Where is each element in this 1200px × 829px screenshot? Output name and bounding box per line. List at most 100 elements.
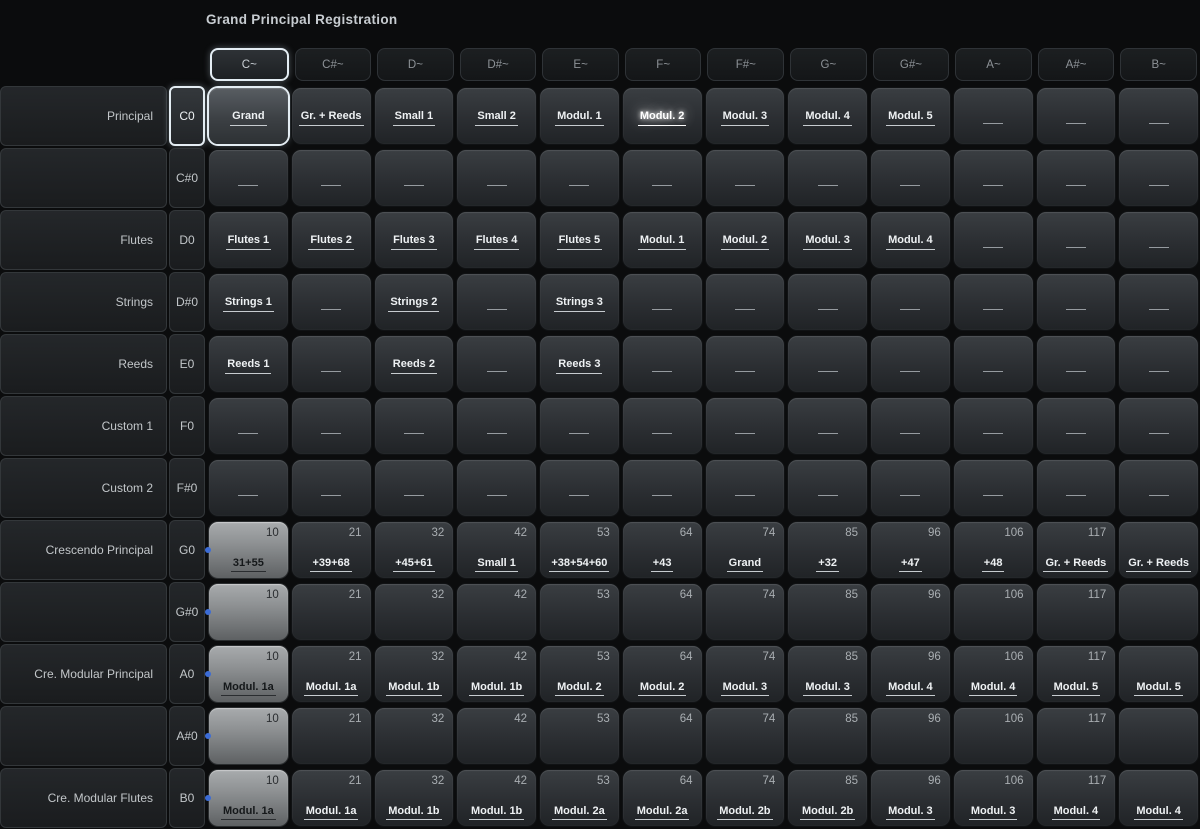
cell-as0-e[interactable]: 53	[540, 708, 619, 764]
cell-cs0-d[interactable]	[375, 150, 454, 206]
cell-e0-a[interactable]	[954, 336, 1033, 392]
cell-d0-gs[interactable]: Modul. 4	[871, 212, 950, 268]
cell-ds0-cs[interactable]	[292, 274, 371, 330]
cell-g0-ds[interactable]: 42Small 1	[457, 522, 536, 578]
cell-g0-g[interactable]: 85+32	[788, 522, 867, 578]
cell-fs0-a[interactable]	[954, 460, 1033, 516]
cell-e0-b[interactable]	[1119, 336, 1198, 392]
cell-f0-gs[interactable]	[871, 398, 950, 454]
cell-g0-c[interactable]: 1031+55	[209, 522, 288, 578]
cell-g0-a[interactable]: 106+48	[954, 522, 1033, 578]
cell-g0-d[interactable]: 32+45+61	[375, 522, 454, 578]
cell-ds0-b[interactable]	[1119, 274, 1198, 330]
cell-f0-as[interactable]	[1037, 398, 1116, 454]
column-header-fs[interactable]: F#~	[707, 48, 784, 81]
cell-cs0-gs[interactable]	[871, 150, 950, 206]
cell-gs0-as[interactable]: 117	[1037, 584, 1116, 640]
cell-cs0-b[interactable]	[1119, 150, 1198, 206]
column-header-gs[interactable]: G#~	[873, 48, 950, 81]
cell-cs0-a[interactable]	[954, 150, 1033, 206]
cell-e0-as[interactable]	[1037, 336, 1116, 392]
cell-as0-c[interactable]: 10	[209, 708, 288, 764]
column-header-f[interactable]: F~	[625, 48, 702, 81]
cell-ds0-a[interactable]	[954, 274, 1033, 330]
cell-c0-d[interactable]: Small 1	[375, 88, 454, 144]
cell-b0-a[interactable]: 106Modul. 3	[954, 770, 1033, 826]
cell-fs0-d[interactable]	[375, 460, 454, 516]
cell-e0-g[interactable]	[788, 336, 867, 392]
cell-gs0-fs[interactable]: 74	[706, 584, 785, 640]
cell-d0-as[interactable]	[1037, 212, 1116, 268]
cell-as0-cs[interactable]: 21	[292, 708, 371, 764]
cell-f0-e[interactable]	[540, 398, 619, 454]
cell-e0-gs[interactable]	[871, 336, 950, 392]
cell-a0-cs[interactable]: 21Modul. 1a	[292, 646, 371, 702]
cell-a0-as[interactable]: 117Modul. 5	[1037, 646, 1116, 702]
cell-fs0-b[interactable]	[1119, 460, 1198, 516]
cell-c0-g[interactable]: Modul. 4	[788, 88, 867, 144]
cell-d0-fs[interactable]: Modul. 2	[706, 212, 785, 268]
cell-b0-cs[interactable]: 21Modul. 1a	[292, 770, 371, 826]
cell-b0-e[interactable]: 53Modul. 2a	[540, 770, 619, 826]
column-header-ds[interactable]: D#~	[460, 48, 537, 81]
cell-c0-cs[interactable]: Gr. + Reeds	[292, 88, 371, 144]
cell-cs0-as[interactable]	[1037, 150, 1116, 206]
cell-gs0-g[interactable]: 85	[788, 584, 867, 640]
cell-a0-a[interactable]: 106Modul. 4	[954, 646, 1033, 702]
cell-f0-d[interactable]	[375, 398, 454, 454]
cell-b0-b[interactable]: Modul. 4	[1119, 770, 1198, 826]
cell-as0-a[interactable]: 106	[954, 708, 1033, 764]
cell-b0-g[interactable]: 85Modul. 2b	[788, 770, 867, 826]
cell-c0-as[interactable]	[1037, 88, 1116, 144]
cell-b0-d[interactable]: 32Modul. 1b	[375, 770, 454, 826]
cell-f0-a[interactable]	[954, 398, 1033, 454]
cell-fs0-e[interactable]	[540, 460, 619, 516]
cell-e0-e[interactable]: Reeds 3	[540, 336, 619, 392]
cell-c0-c[interactable]: Grand	[209, 88, 288, 144]
cell-c0-fs[interactable]: Modul. 3	[706, 88, 785, 144]
cell-gs0-f[interactable]: 64	[623, 584, 702, 640]
cell-g0-gs[interactable]: 96+47	[871, 522, 950, 578]
cell-e0-d[interactable]: Reeds 2	[375, 336, 454, 392]
cell-d0-c[interactable]: Flutes 1	[209, 212, 288, 268]
cell-a0-b[interactable]: Modul. 5	[1119, 646, 1198, 702]
cell-fs0-gs[interactable]	[871, 460, 950, 516]
column-header-as[interactable]: A#~	[1038, 48, 1115, 81]
cell-cs0-fs[interactable]	[706, 150, 785, 206]
cell-a0-g[interactable]: 85Modul. 3	[788, 646, 867, 702]
cell-g0-fs[interactable]: 74Grand	[706, 522, 785, 578]
cell-c0-e[interactable]: Modul. 1	[540, 88, 619, 144]
cell-d0-cs[interactable]: Flutes 2	[292, 212, 371, 268]
cell-c0-a[interactable]	[954, 88, 1033, 144]
column-header-a[interactable]: A~	[955, 48, 1032, 81]
column-header-c[interactable]: C~	[210, 48, 289, 81]
cell-gs0-cs[interactable]: 21	[292, 584, 371, 640]
cell-ds0-e[interactable]: Strings 3	[540, 274, 619, 330]
cell-g0-e[interactable]: 53+38+54+60	[540, 522, 619, 578]
cell-gs0-a[interactable]: 106	[954, 584, 1033, 640]
cell-as0-d[interactable]: 32	[375, 708, 454, 764]
cell-fs0-fs[interactable]	[706, 460, 785, 516]
cell-a0-e[interactable]: 53Modul. 2	[540, 646, 619, 702]
cell-c0-f[interactable]: Modul. 2	[623, 88, 702, 144]
cell-gs0-ds[interactable]: 42	[457, 584, 536, 640]
cell-fs0-as[interactable]	[1037, 460, 1116, 516]
column-header-cs[interactable]: C#~	[295, 48, 372, 81]
cell-b0-gs[interactable]: 96Modul. 3	[871, 770, 950, 826]
cell-e0-c[interactable]: Reeds 1	[209, 336, 288, 392]
cell-fs0-c[interactable]	[209, 460, 288, 516]
column-header-b[interactable]: B~	[1120, 48, 1197, 81]
cell-as0-as[interactable]: 117	[1037, 708, 1116, 764]
cell-gs0-b[interactable]	[1119, 584, 1198, 640]
cell-e0-f[interactable]	[623, 336, 702, 392]
column-header-d[interactable]: D~	[377, 48, 454, 81]
cell-f0-fs[interactable]	[706, 398, 785, 454]
cell-ds0-g[interactable]	[788, 274, 867, 330]
cell-ds0-ds[interactable]	[457, 274, 536, 330]
cell-f0-g[interactable]	[788, 398, 867, 454]
cell-ds0-as[interactable]	[1037, 274, 1116, 330]
cell-b0-ds[interactable]: 42Modul. 1b	[457, 770, 536, 826]
cell-a0-ds[interactable]: 42Modul. 1b	[457, 646, 536, 702]
cell-e0-fs[interactable]	[706, 336, 785, 392]
cell-as0-ds[interactable]: 42	[457, 708, 536, 764]
